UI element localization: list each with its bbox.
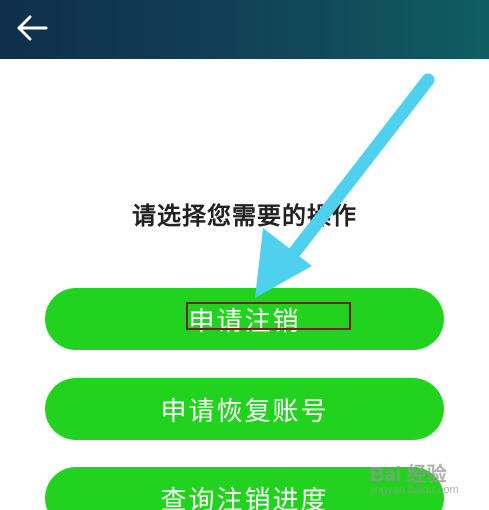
apply-restore-account-button[interactable]: 申请恢复账号 [45,378,444,440]
query-cancellation-progress-button[interactable]: 查询注销进度 [45,467,444,510]
top-app-bar [0,0,489,59]
back-button[interactable] [10,8,54,48]
arrow-left-icon [17,15,48,41]
apply-restore-account-label: 申请恢复账号 [160,396,329,427]
screen: 请选择您需要的操作 申请注销 申请恢复账号 查询注销进度 Bai 经验 jing… [0,0,489,510]
page-prompt: 请选择您需要的操作 [132,202,357,230]
apply-cancellation-label: 申请注销 [188,306,301,337]
apply-cancellation-button[interactable]: 申请注销 [45,288,444,350]
query-cancellation-progress-label: 查询注销进度 [160,485,329,510]
